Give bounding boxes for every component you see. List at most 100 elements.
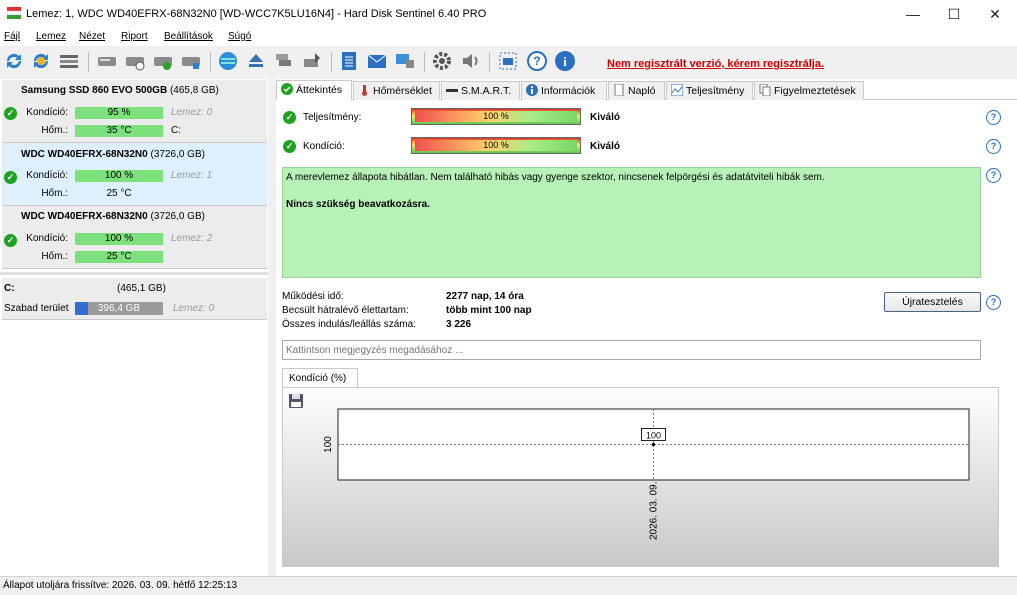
- globe-icon[interactable]: [217, 50, 239, 72]
- help-icon[interactable]: ?: [526, 50, 548, 72]
- toolbar-separator: [331, 52, 332, 72]
- help-icon[interactable]: ?: [986, 295, 1001, 310]
- tab-information[interactable]: Információk: [521, 81, 607, 100]
- help-icon[interactable]: ?: [986, 168, 1001, 183]
- tab-overview[interactable]: Áttekintés: [276, 80, 352, 100]
- drive-clock-icon[interactable]: [124, 50, 146, 72]
- help-icon[interactable]: ?: [986, 139, 1001, 154]
- lifetime-label: Becsült hátralévő élettartam:: [282, 305, 409, 316]
- svg-text:?: ?: [533, 54, 540, 68]
- info-icon[interactable]: i: [554, 50, 576, 72]
- svg-text:i: i: [563, 54, 567, 69]
- disk-0-name-row: Samsung SSD 860 EVO 500GB (465,8 GB): [21, 85, 219, 96]
- disk-0-temp: 35 °C: [106, 125, 132, 136]
- menu-report[interactable]: Riport: [121, 31, 148, 42]
- minimize-button[interactable]: —: [893, 0, 933, 28]
- chip-icon: [446, 84, 458, 96]
- tab-label: Információk: [541, 85, 596, 97]
- chart-icon: [670, 83, 684, 97]
- temperature-label: Hőm.:: [41, 125, 68, 136]
- performance-label: Teljesítmény:: [303, 112, 362, 123]
- performance-value: 100 %: [415, 111, 577, 122]
- documents-icon: [759, 83, 771, 97]
- drive-ok-icon[interactable]: [152, 50, 174, 72]
- disk-1-condition-bar: 100 %: [75, 170, 163, 182]
- help-icon[interactable]: ?: [986, 110, 1001, 125]
- mail-icon[interactable]: [366, 50, 388, 72]
- screenshot-icon[interactable]: [497, 50, 519, 72]
- menu-disk[interactable]: Lemez: [36, 31, 66, 42]
- tab-label: Napló: [628, 85, 656, 97]
- tab-log[interactable]: Napló: [608, 81, 665, 100]
- tab-label: Áttekintés: [296, 84, 343, 96]
- check-icon: ✓: [283, 140, 296, 153]
- window-title: Lemez: 1, WDC WD40EFRX-68N32N0 [WD-WCC7K…: [26, 8, 487, 20]
- tab-temperature[interactable]: Hőmérséklet: [353, 81, 440, 100]
- speaker-icon[interactable]: [459, 50, 481, 72]
- tab-smart[interactable]: S.M.A.R.T.: [441, 81, 520, 100]
- free-space-value: 396,4 GB: [97, 303, 141, 314]
- disk-export-icon[interactable]: [301, 50, 323, 72]
- tab-performance[interactable]: Teljesítmény: [666, 81, 753, 100]
- refresh-alt-icon[interactable]: [30, 50, 52, 72]
- refresh-icon[interactable]: [3, 50, 25, 72]
- chart-tab-condition[interactable]: Kondíció (%): [282, 368, 358, 388]
- chart-data-point: [651, 442, 656, 447]
- condition-label: Kondíció:: [26, 170, 68, 181]
- condition-label: Kondíció:: [303, 141, 345, 152]
- toolbar: ? i: [0, 46, 1017, 78]
- retest-button[interactable]: Újratesztelés: [884, 292, 981, 312]
- menu-settings[interactable]: Beállítások: [164, 31, 213, 42]
- condition-chart: 100 2026. 03. 09. 100: [323, 408, 970, 540]
- disk-1-condition: 100 %: [104, 170, 134, 181]
- temperature-label: Hőm.:: [41, 188, 68, 199]
- tab-label: Teljesítmény: [686, 85, 745, 97]
- chart-point-label: 100: [646, 431, 661, 441]
- chart-y-tick: 100: [323, 436, 334, 453]
- free-space-bar: 396,4 GB: [75, 302, 163, 315]
- toolbar-separator: [210, 52, 211, 72]
- disk-2-drive-label: Lemez: 2: [171, 233, 213, 244]
- panel-divider: [0, 272, 268, 275]
- menu-help[interactable]: Súgó: [228, 31, 251, 42]
- free-space-label: Szabad terület: [4, 303, 69, 314]
- health-status-box: A merevlemez állapota hibátlan. Nem talá…: [282, 167, 981, 278]
- health-status-text: A merevlemez állapota hibátlan. Nem talá…: [286, 172, 825, 183]
- eject-icon[interactable]: [245, 50, 267, 72]
- disk-list-icon[interactable]: [58, 50, 80, 72]
- power-on-label: Működési idő:: [282, 291, 344, 302]
- document-icon: [613, 83, 625, 97]
- status-bar-text: Állapot utoljára frissítve: 2026. 03. 09…: [3, 580, 238, 591]
- disk-2-condition-bar: 100 %: [75, 233, 163, 245]
- disk-stack-icon[interactable]: [273, 50, 295, 72]
- menu-file[interactable]: Fájl: [4, 31, 20, 42]
- disk-1-drive-label: Lemez: 1: [171, 170, 213, 181]
- check-icon: ✓: [4, 234, 17, 247]
- settings-icon[interactable]: [431, 50, 453, 72]
- tab-alerts[interactable]: Figyelmeztetések: [754, 81, 864, 100]
- registration-warning-link[interactable]: Nem regisztrált verzió, kérem regisztrál…: [607, 58, 824, 70]
- close-button[interactable]: ✕: [975, 0, 1015, 28]
- chart-x-tick: 2026. 03. 09.: [649, 482, 660, 540]
- notepad-icon[interactable]: [338, 50, 360, 72]
- condition-value: 100 %: [415, 140, 577, 151]
- drive-icon[interactable]: [96, 50, 118, 72]
- network-icon[interactable]: [394, 50, 416, 72]
- title-bar: Lemez: 1, WDC WD40EFRX-68N32N0 [WD-WCC7K…: [0, 0, 1017, 28]
- check-icon: ✓: [4, 107, 17, 120]
- toolbar-separator: [88, 52, 89, 72]
- note-input[interactable]: [282, 340, 981, 360]
- splitter[interactable]: [268, 79, 276, 576]
- maximize-button[interactable]: ☐: [934, 0, 974, 28]
- check-icon: ✓: [4, 171, 17, 184]
- check-icon: [281, 83, 293, 95]
- volume-letter: C:: [4, 283, 15, 294]
- menu-view[interactable]: Nézet: [79, 31, 105, 42]
- performance-rating: Kiváló: [590, 112, 621, 123]
- disk-2-temp: 25 °C: [106, 251, 132, 262]
- drive-info-icon[interactable]: [180, 50, 202, 72]
- info-icon: [526, 84, 538, 96]
- disk-2-condition: 100 %: [104, 233, 134, 244]
- disk-2-temp-bar: 25 °C: [75, 251, 163, 263]
- tab-label: Figyelmeztetések: [774, 85, 856, 97]
